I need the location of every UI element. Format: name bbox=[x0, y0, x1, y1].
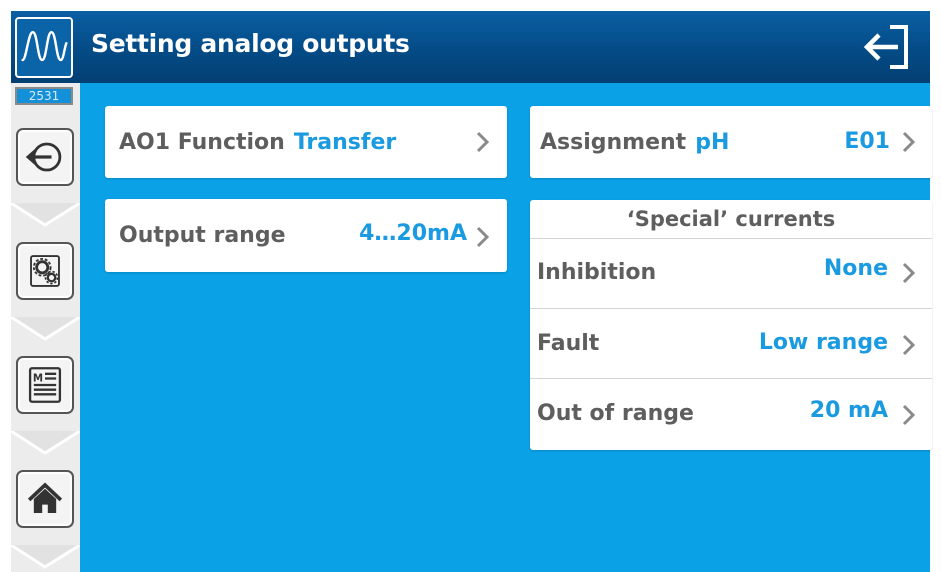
inhibition-label: Inhibition bbox=[537, 259, 657, 285]
ao1-function-label: AO1 Function bbox=[119, 129, 285, 155]
assignment-label: Assignment bbox=[540, 129, 687, 155]
waveform-icon bbox=[15, 17, 73, 78]
svg-text:M: M bbox=[33, 372, 43, 384]
chevron-right-icon bbox=[901, 333, 917, 357]
chevron-right-icon bbox=[475, 130, 491, 154]
main-area: AO1 Function Transfer Output range 4…20m… bbox=[80, 83, 932, 572]
assignment-channel: E01 bbox=[844, 129, 890, 154]
output-range-card: Output range 4…20mA bbox=[105, 199, 507, 272]
assignment-card: Assignment pH E01 bbox=[530, 106, 932, 178]
gears-icon bbox=[30, 255, 60, 287]
assignment-value: pH bbox=[695, 129, 730, 155]
out-of-range-label: Out of range bbox=[537, 400, 694, 426]
page-title: Setting analog outputs bbox=[91, 29, 410, 58]
menu-button[interactable]: M bbox=[16, 356, 74, 414]
chevron-right-icon bbox=[901, 130, 917, 154]
fault-label: Fault bbox=[537, 330, 600, 356]
home-button[interactable] bbox=[16, 470, 74, 528]
special-currents-card: ‘Special’ currents Inhibition None Fault… bbox=[530, 200, 932, 450]
output-range-value: 4…20mA bbox=[359, 221, 467, 246]
out-of-range-value: 20 mA bbox=[809, 398, 888, 423]
back-button[interactable] bbox=[16, 128, 74, 186]
title-bar: Setting analog outputs bbox=[11, 11, 930, 83]
output-range-label: Output range bbox=[119, 222, 286, 248]
back-arrow-icon bbox=[25, 142, 62, 172]
inhibition-value: None bbox=[823, 256, 888, 281]
special-currents-title: ‘Special’ currents bbox=[626, 207, 836, 231]
ao1-function-value: Transfer bbox=[293, 129, 397, 155]
rail-separator bbox=[11, 545, 80, 572]
rail-separator bbox=[11, 317, 80, 347]
menu-list-icon: M bbox=[28, 367, 62, 403]
chevron-right-icon bbox=[475, 225, 491, 249]
rail-separator bbox=[11, 431, 80, 461]
ao1-function-row[interactable]: AO1 Function Transfer bbox=[119, 107, 499, 177]
device-id-badge: 2531 bbox=[15, 87, 73, 105]
chevron-right-icon bbox=[901, 403, 917, 427]
exit-icon[interactable] bbox=[860, 19, 916, 75]
fault-value: Low range bbox=[758, 330, 888, 355]
home-icon bbox=[27, 482, 63, 513]
rail-separator bbox=[11, 203, 80, 233]
chevron-right-icon bbox=[901, 261, 917, 285]
sidebar: 2531 M bbox=[11, 83, 80, 572]
ao1-function-card: AO1 Function Transfer bbox=[105, 106, 507, 178]
settings-button[interactable] bbox=[16, 242, 74, 300]
